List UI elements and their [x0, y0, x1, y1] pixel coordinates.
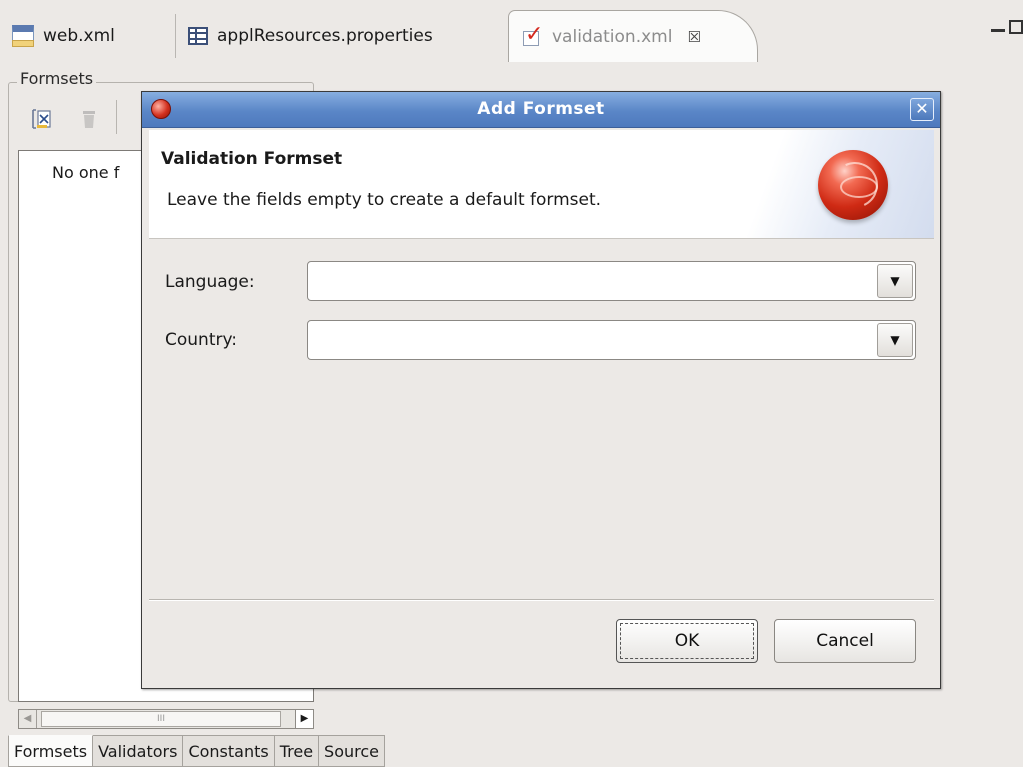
dialog-titlebar[interactable]: Add Formset ✕: [142, 92, 940, 128]
add-formset-icon[interactable]: [30, 107, 52, 131]
toolbar-separator: [116, 100, 117, 134]
tab-tree[interactable]: Tree: [274, 735, 320, 767]
button-bar-separator: [149, 599, 934, 601]
scrollbar-thumb[interactable]: III: [41, 711, 281, 727]
language-combo[interactable]: ▼: [307, 261, 916, 301]
tab-source[interactable]: Source: [319, 735, 385, 767]
language-label: Language:: [165, 272, 255, 292]
editor-page-tabs: Formsets Validators Constants Tree Sourc…: [8, 735, 385, 767]
minimize-icon[interactable]: [991, 20, 1005, 32]
editor-tab-strip: web.xml applResources.properties ✓ valid…: [0, 0, 1023, 62]
scroll-left-icon[interactable]: ◀: [19, 710, 37, 728]
tab-validators[interactable]: Validators: [93, 735, 184, 767]
add-formset-dialog: Add Formset ✕ Validation Formset Leave t…: [141, 91, 941, 689]
country-label: Country:: [165, 330, 238, 350]
ok-button[interactable]: OK: [616, 619, 758, 663]
tab-label: applResources.properties: [217, 26, 433, 46]
chevron-down-icon[interactable]: ▼: [877, 323, 913, 357]
table-icon: [188, 27, 208, 45]
empty-list-text: No one f: [52, 163, 120, 182]
maximize-icon[interactable]: [1009, 20, 1023, 34]
tab-web-xml[interactable]: web.xml: [8, 14, 176, 58]
chevron-down-icon[interactable]: ▼: [877, 264, 913, 298]
cancel-button[interactable]: Cancel: [774, 619, 916, 663]
globe-icon: [818, 150, 888, 220]
dialog-title: Add Formset: [477, 99, 605, 119]
tab-appl-resources[interactable]: applResources.properties: [188, 14, 502, 58]
country-combo[interactable]: ▼: [307, 320, 916, 360]
banner-description: Leave the fields empty to create a defau…: [167, 190, 602, 210]
tab-validation-xml[interactable]: ✓ validation.xml ☒: [508, 10, 758, 62]
checkbox-icon: ✓: [523, 21, 544, 47]
banner-title: Validation Formset: [161, 149, 343, 169]
tab-constants[interactable]: Constants: [183, 735, 275, 767]
tab-formsets[interactable]: Formsets: [8, 735, 94, 767]
tab-label: validation.xml: [552, 26, 673, 47]
delete-icon[interactable]: [78, 107, 100, 131]
close-dialog-button[interactable]: ✕: [910, 98, 934, 121]
view-controls: [991, 20, 1023, 34]
close-tab-icon[interactable]: ☒: [687, 28, 700, 46]
manifest-file-icon: [12, 25, 34, 47]
scroll-right-icon[interactable]: ▶: [295, 710, 313, 728]
dialog-banner: Validation Formset Leave the fields empt…: [149, 130, 934, 239]
tab-label: web.xml: [43, 26, 115, 46]
horizontal-scrollbar[interactable]: ◀ III ▶: [18, 709, 314, 729]
formsets-group-title: Formsets: [17, 69, 97, 88]
